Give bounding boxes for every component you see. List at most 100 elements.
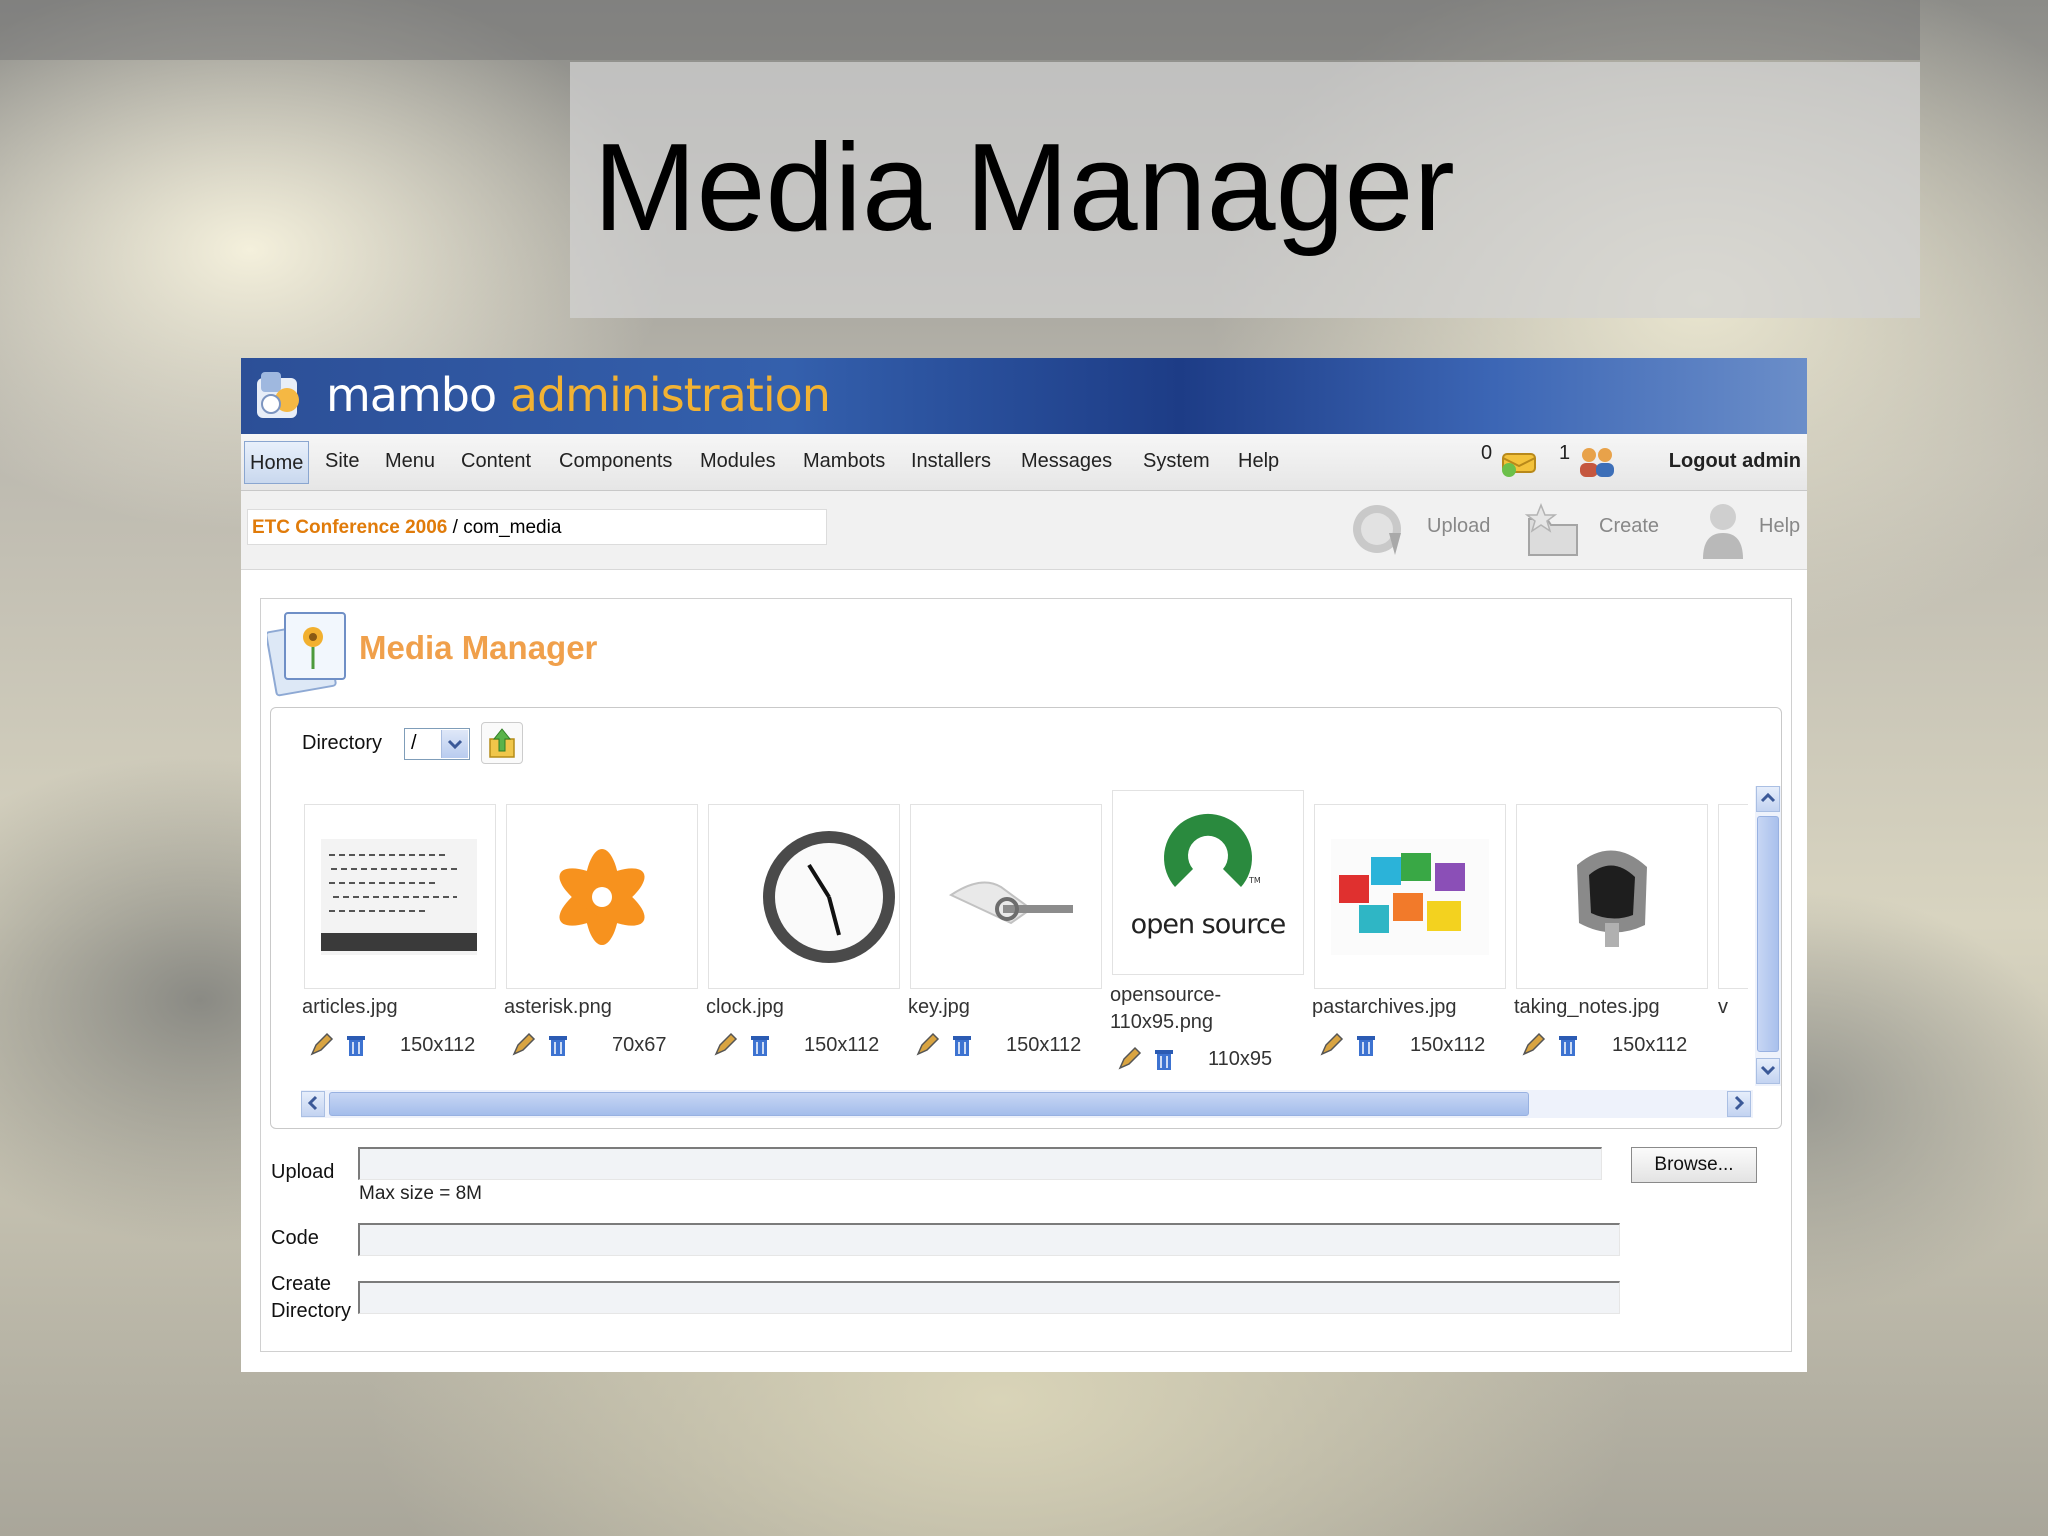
scroll-right-icon[interactable] bbox=[1727, 1091, 1751, 1117]
key-thumbnail bbox=[948, 881, 1073, 925]
folder-create-icon bbox=[1524, 502, 1578, 556]
messages-count: 0 bbox=[1481, 442, 1493, 464]
menu-modules[interactable]: Modules bbox=[700, 450, 776, 473]
menu-components[interactable]: Components bbox=[559, 450, 672, 473]
create-toolbar-label: Create bbox=[1599, 515, 1660, 537]
file-thumbnail[interactable] bbox=[1516, 804, 1708, 989]
pencil-icon[interactable] bbox=[1318, 1032, 1344, 1064]
directory-label: Directory bbox=[302, 732, 383, 754]
file-name[interactable]: v bbox=[1718, 996, 1728, 1019]
menu-menu[interactable]: Menu bbox=[385, 450, 435, 473]
upload-file-input[interactable] bbox=[358, 1147, 1602, 1180]
admin-banner: mambo administration bbox=[241, 358, 1807, 434]
file-thumbnail[interactable]: TM open source bbox=[1112, 790, 1304, 975]
file-name[interactable]: opensource- 110x95.png bbox=[1110, 982, 1221, 1036]
vertical-scroll-thumb[interactable] bbox=[1757, 816, 1779, 1052]
file-thumbnail[interactable] bbox=[910, 804, 1102, 989]
file-item-taking-notes: taking_notes.jpg 150x112 bbox=[1514, 804, 1708, 1084]
code-input[interactable] bbox=[358, 1223, 1620, 1256]
menu-mambots[interactable]: Mambots bbox=[803, 450, 885, 473]
help-toolbar-button[interactable]: Help bbox=[1697, 497, 1807, 563]
file-dimensions: 150x112 bbox=[1612, 1034, 1688, 1056]
file-name[interactable]: clock.jpg bbox=[706, 996, 784, 1019]
file-thumbnail[interactable] bbox=[1718, 804, 1748, 989]
menu-installers[interactable]: Installers bbox=[911, 450, 991, 473]
slide-top-band bbox=[0, 0, 1920, 60]
scroll-up-icon[interactable] bbox=[1756, 786, 1780, 812]
menu-messages[interactable]: Messages bbox=[1021, 450, 1112, 473]
file-dimensions: 70x67 bbox=[612, 1034, 667, 1056]
file-name[interactable]: pastarchives.jpg bbox=[1312, 996, 1457, 1019]
breadcrumb-path: / com_media bbox=[447, 517, 562, 538]
upload-icon bbox=[1353, 505, 1401, 555]
file-item-pastarchives: pastarchives.jpg 150x112 bbox=[1312, 804, 1506, 1084]
max-size-note: Max size = 8M bbox=[359, 1183, 483, 1204]
file-dimensions: 150x112 bbox=[400, 1034, 476, 1056]
breadcrumb: ETC Conference 2006 / com_media bbox=[247, 509, 827, 545]
file-name[interactable]: key.jpg bbox=[908, 996, 970, 1019]
pencil-icon[interactable] bbox=[712, 1032, 738, 1064]
pencil-icon[interactable] bbox=[308, 1032, 334, 1064]
trash-icon[interactable] bbox=[1354, 1032, 1378, 1064]
toolbar: ETC Conference 2006 / com_media Upload C… bbox=[241, 491, 1807, 570]
upload-toolbar-button[interactable]: Upload bbox=[1349, 497, 1499, 563]
main-menu-bar: Home Site Menu Content Components Module… bbox=[241, 434, 1807, 491]
banner-word-mambo: mambo bbox=[326, 368, 497, 422]
create-directory-input[interactable] bbox=[358, 1281, 1620, 1314]
create-toolbar-button[interactable]: Create bbox=[1523, 497, 1673, 563]
pencil-icon[interactable] bbox=[1116, 1046, 1142, 1078]
file-name[interactable]: articles.jpg bbox=[302, 996, 398, 1019]
file-item-asterisk: asterisk.png 70x67 bbox=[504, 804, 698, 1084]
trash-icon[interactable] bbox=[1556, 1032, 1580, 1064]
file-thumbnail[interactable] bbox=[506, 804, 698, 989]
pencil-icon[interactable] bbox=[510, 1032, 536, 1064]
messages-icon[interactable] bbox=[1499, 446, 1543, 478]
scroll-left-icon[interactable] bbox=[301, 1091, 325, 1117]
banner-title: mambo administration bbox=[326, 368, 831, 422]
pencil-icon[interactable] bbox=[1520, 1032, 1546, 1064]
breadcrumb-site[interactable]: ETC Conference 2006 bbox=[252, 517, 447, 538]
menu-help[interactable]: Help bbox=[1238, 450, 1279, 473]
file-item-opensource: TM open source opensource- 110x95.png 11… bbox=[1110, 790, 1304, 1090]
directory-up-button[interactable] bbox=[481, 722, 523, 764]
open-source-logo-text: open source bbox=[1130, 909, 1287, 940]
file-dimensions: 150x112 bbox=[804, 1034, 880, 1056]
page-title: Media Manager bbox=[359, 629, 598, 666]
file-thumbnail[interactable] bbox=[708, 804, 900, 989]
horizontal-scrollbar[interactable] bbox=[301, 1090, 1753, 1118]
file-dimensions: 110x95 bbox=[1208, 1048, 1273, 1070]
file-thumbnail[interactable] bbox=[304, 804, 496, 989]
media-manager-panel: Media Manager Directory / articles.jpg 1… bbox=[260, 598, 1792, 1352]
banner-word-administration: administration bbox=[509, 368, 831, 422]
vertical-scrollbar[interactable] bbox=[1755, 786, 1781, 1086]
trash-icon[interactable] bbox=[344, 1032, 368, 1064]
trash-icon[interactable] bbox=[950, 1032, 974, 1064]
directory-select[interactable]: / bbox=[404, 728, 470, 760]
pencil-icon[interactable] bbox=[914, 1032, 940, 1064]
horizontal-scroll-thumb[interactable] bbox=[329, 1092, 1529, 1116]
file-item-articles: articles.jpg 150x112 bbox=[302, 804, 496, 1084]
users-count: 1 bbox=[1559, 442, 1571, 464]
users-online-icon[interactable] bbox=[1575, 444, 1619, 480]
file-dimensions: 150x112 bbox=[1006, 1034, 1082, 1056]
menu-system[interactable]: System bbox=[1143, 450, 1210, 473]
directory-value: / bbox=[411, 732, 417, 754]
trash-icon[interactable] bbox=[748, 1032, 772, 1064]
file-item-partial: v bbox=[1718, 804, 1748, 1084]
open-source-logo-thumbnail: TM bbox=[1164, 813, 1261, 887]
trash-icon[interactable] bbox=[546, 1032, 570, 1064]
scroll-down-icon[interactable] bbox=[1756, 1058, 1780, 1084]
file-thumbnail[interactable] bbox=[1314, 804, 1506, 989]
file-name[interactable]: taking_notes.jpg bbox=[1514, 996, 1660, 1019]
menu-content[interactable]: Content bbox=[461, 450, 531, 473]
menu-home[interactable]: Home bbox=[244, 441, 310, 484]
menu-site[interactable]: Site bbox=[325, 450, 359, 473]
file-name[interactable]: asterisk.png bbox=[504, 996, 612, 1019]
browse-button[interactable]: Browse... bbox=[1631, 1147, 1757, 1183]
asterisk-thumbnail bbox=[559, 849, 645, 945]
logout-link[interactable]: Logout admin bbox=[1669, 450, 1801, 473]
media-manager-icon bbox=[267, 612, 346, 697]
chevron-down-icon[interactable] bbox=[441, 730, 468, 758]
trash-icon[interactable] bbox=[1152, 1046, 1176, 1078]
upload-field-label: Upload bbox=[271, 1161, 335, 1183]
